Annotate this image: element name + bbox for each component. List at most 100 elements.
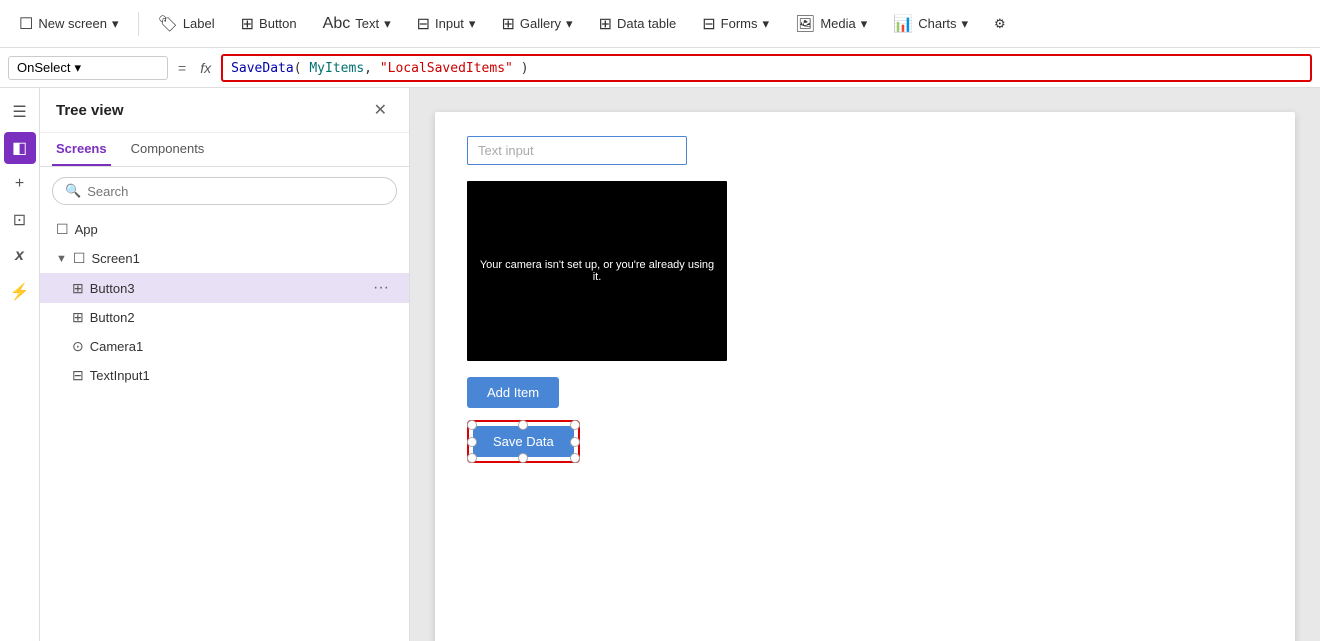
button-label: Button (259, 16, 297, 31)
add-item-label: Add Item (487, 385, 539, 400)
sidebar-title: Tree view (56, 102, 124, 119)
media-label: Media (820, 16, 855, 31)
save-data-label: Save Data (493, 434, 554, 449)
input-icon: ⊟ (417, 14, 430, 34)
screen1-expand-icon: ▼ (56, 253, 67, 265)
charts-button[interactable]: 📊 Charts ▾ (882, 9, 979, 39)
handle-bl (467, 453, 477, 463)
camera-message: Your camera isn't set up, or you're alre… (467, 251, 727, 291)
camera1-label: Camera1 (90, 339, 393, 354)
camera1-icon: ⊙ (72, 338, 84, 355)
camera-control: Your camera isn't set up, or you're alre… (467, 181, 727, 361)
plugins-icon: ⚡ (10, 282, 30, 302)
button3-label: Button3 (90, 281, 363, 296)
main-layout: ☰ ◧ + ⊡ x ⚡ Tree view ✕ Screens Componen… (0, 88, 1320, 641)
tree-item-button3[interactable]: ⊞ Button3 ··· (40, 273, 409, 303)
handle-mr (570, 437, 580, 447)
input-label: Input (435, 16, 464, 31)
handle-bm (518, 453, 528, 463)
search-box: 🔍 (52, 177, 397, 205)
button3-more-icon[interactable]: ··· (369, 279, 393, 297)
app-icon: ☐ (56, 221, 69, 238)
toolbar: ☐ New screen ▾ 🏷 Label ⊞ Button Abc Text… (0, 0, 1320, 48)
handle-tl (467, 420, 477, 430)
property-dropdown[interactable]: OnSelect ▾ (8, 56, 168, 80)
plus-icon: + (15, 175, 24, 193)
canvas-frame: Text input Your camera isn't set up, or … (435, 112, 1295, 641)
text-button[interactable]: Abc Text ▾ (312, 10, 402, 38)
button-button[interactable]: ⊞ Button (230, 9, 308, 39)
new-screen-icon: ☐ (19, 14, 33, 34)
settings-button[interactable]: ⚙ (983, 11, 1017, 37)
layers-button[interactable]: ◧ (4, 132, 36, 164)
gallery-button[interactable]: ⊞ Gallery ▾ (490, 9, 583, 39)
app-label: App (75, 222, 393, 237)
property-dropdown-label: OnSelect (17, 60, 70, 75)
handle-br (570, 453, 580, 463)
data-table-button[interactable]: ⊞ Data table (588, 9, 688, 39)
hamburger-menu-button[interactable]: ☰ (4, 96, 36, 128)
search-input[interactable] (87, 184, 384, 199)
canvas-area[interactable]: Text input Your camera isn't set up, or … (410, 88, 1320, 641)
input-button[interactable]: ⊟ Input ▾ (406, 9, 487, 39)
separator-1 (138, 12, 139, 36)
gallery-chevron: ▾ (566, 16, 573, 32)
plugins-button[interactable]: ⚡ (4, 276, 36, 308)
equals-sign: = (174, 60, 190, 76)
icon-rail: ☰ ◧ + ⊡ x ⚡ (0, 88, 40, 641)
tab-components[interactable]: Components (127, 133, 209, 166)
label-button[interactable]: 🏷 Label (147, 9, 226, 39)
variables-button[interactable]: x (4, 240, 36, 272)
forms-button[interactable]: ⊟ Forms ▾ (691, 9, 780, 39)
new-screen-chevron: ▾ (112, 16, 119, 32)
input-chevron: ▾ (469, 16, 476, 32)
button2-label: Button2 (90, 310, 393, 325)
charts-icon: 📊 (893, 14, 913, 34)
charts-chevron: ▾ (962, 16, 969, 32)
media-button[interactable]: 🖼 Media ▾ (784, 9, 878, 39)
tab-screens-label: Screens (56, 141, 107, 156)
add-control-button[interactable]: + (4, 168, 36, 200)
formula-input[interactable]: SaveData( MyItems, "LocalSavedItems" ) (221, 54, 1312, 82)
formula-arg2: "LocalSavedItems" (380, 61, 513, 76)
media-icon: 🖼 (795, 14, 815, 34)
text-chevron: ▾ (384, 16, 391, 32)
text-input-control[interactable]: Text input (467, 136, 687, 165)
text-label: Text (355, 16, 379, 31)
add-item-button[interactable]: Add Item (467, 377, 559, 408)
textinput1-icon: ⊟ (72, 367, 84, 384)
formula-func: SaveData (231, 61, 294, 76)
text-input-placeholder: Text input (478, 143, 534, 158)
close-button[interactable]: ✕ (368, 98, 393, 122)
label-icon: 🏷 (158, 14, 178, 34)
sidebar: Tree view ✕ Screens Components 🔍 ☐ App ▼ (40, 88, 410, 641)
gallery-icon: ⊞ (501, 14, 514, 34)
settings-icon: ⚙ (994, 16, 1006, 32)
screen1-icon: ☐ (73, 250, 86, 267)
charts-label: Charts (918, 16, 956, 31)
button3-icon: ⊞ (72, 280, 84, 297)
forms-icon: ⊟ (702, 14, 715, 34)
button2-icon: ⊞ (72, 309, 84, 326)
save-data-wrapper: Save Data (467, 420, 580, 463)
screen1-label: Screen1 (91, 251, 393, 266)
data-table-label: Data table (617, 16, 676, 31)
tree-item-screen1[interactable]: ▼ ☐ Screen1 (40, 244, 409, 273)
data-table-icon: ⊞ (599, 14, 612, 34)
new-screen-label: New screen (38, 16, 107, 31)
new-screen-button[interactable]: ☐ New screen ▾ (8, 9, 130, 39)
tree-item-camera1[interactable]: ⊙ Camera1 (40, 332, 409, 361)
tree-item-app[interactable]: ☐ App (40, 215, 409, 244)
tree-item-textinput1[interactable]: ⊟ TextInput1 (40, 361, 409, 390)
components-icon: ⊡ (13, 210, 26, 230)
handle-ml (467, 437, 477, 447)
layers-icon: ◧ (12, 138, 27, 158)
handle-tr (570, 420, 580, 430)
tree-item-button2[interactable]: ⊞ Button2 (40, 303, 409, 332)
components-button[interactable]: ⊡ (4, 204, 36, 236)
fx-label: fx (196, 60, 215, 76)
formula-code: SaveData( MyItems, "LocalSavedItems" ) (231, 61, 528, 76)
tab-screens[interactable]: Screens (52, 133, 111, 166)
variables-icon: x (15, 247, 24, 265)
tree-items: ☐ App ▼ ☐ Screen1 ⊞ Button3 ··· ⊞ Button… (40, 215, 409, 641)
